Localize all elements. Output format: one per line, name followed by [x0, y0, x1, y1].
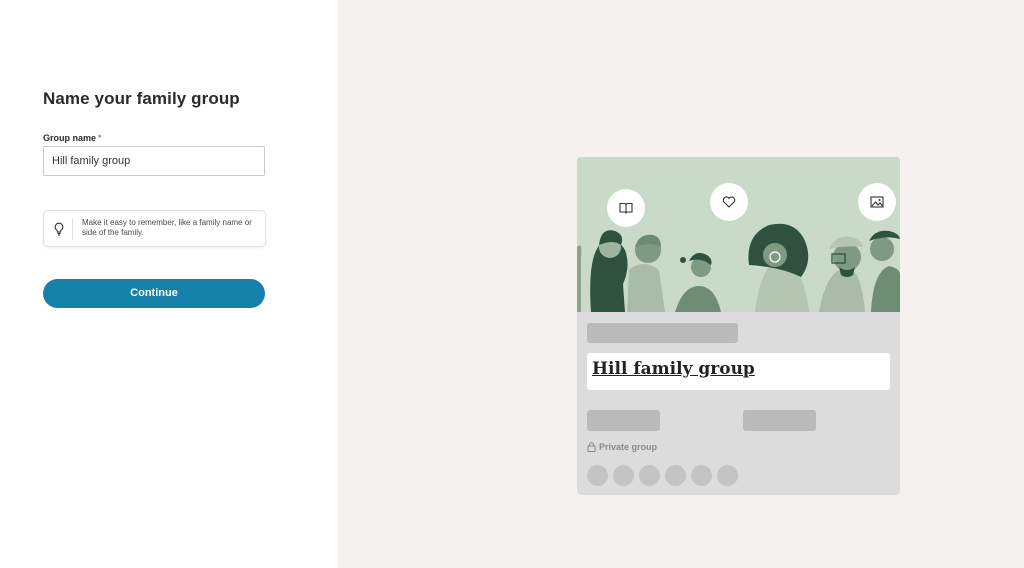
- title-placeholder: [587, 323, 738, 343]
- tip-box: Make it easy to remember, like a family …: [43, 210, 266, 247]
- privacy-text: Private group: [599, 442, 658, 452]
- privacy-label: Private group: [587, 442, 657, 452]
- avatar: [665, 465, 686, 486]
- group-name-preview: Hill family group: [587, 353, 890, 390]
- form-panel: Name your family group Group name* Make …: [0, 0, 338, 568]
- avatar: [639, 465, 660, 486]
- lock-icon: [587, 442, 596, 452]
- heart-bubble: [710, 183, 748, 221]
- tip-text: Make it easy to remember, like a family …: [82, 218, 252, 237]
- family-illustration: [577, 157, 900, 312]
- group-name-preview-text: Hill family group: [592, 359, 755, 379]
- avatar: [587, 465, 608, 486]
- member-avatars: [587, 465, 743, 486]
- book-bubble: [607, 189, 645, 227]
- avatar: [691, 465, 712, 486]
- tip-divider: [72, 218, 73, 240]
- group-name-input[interactable]: [43, 146, 265, 176]
- required-marker: *: [98, 133, 102, 143]
- lightbulb-icon: [54, 222, 64, 236]
- image-icon: [870, 196, 884, 208]
- page-title: Name your family group: [43, 89, 240, 108]
- avatar: [717, 465, 738, 486]
- stat-placeholder: [587, 410, 660, 431]
- group-name-label-text: Group name: [43, 133, 97, 143]
- avatar: [613, 465, 634, 486]
- group-name-label: Group name *: [43, 133, 102, 143]
- stat-placeholder: [743, 410, 816, 431]
- people-illustration: [577, 223, 900, 312]
- heart-icon: [722, 196, 736, 208]
- book-icon: [619, 202, 633, 214]
- image-bubble: [858, 183, 896, 221]
- continue-button[interactable]: Continue: [43, 279, 265, 308]
- group-preview-card: Hill family group Private group: [577, 157, 900, 495]
